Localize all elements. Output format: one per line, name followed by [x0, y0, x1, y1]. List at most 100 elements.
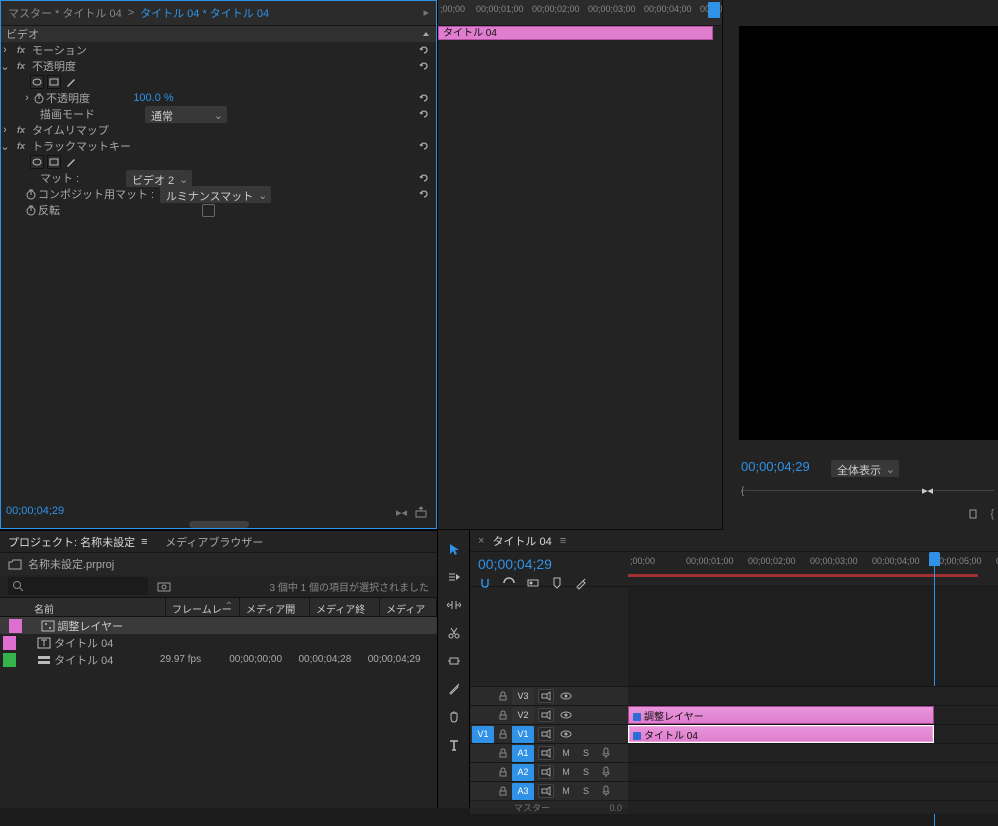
mute-button[interactable]: M [558, 746, 574, 760]
track-a3-header[interactable]: A3 M S [470, 781, 628, 800]
track-v2-header[interactable]: V2 [470, 705, 628, 724]
timeremap-row[interactable]: › fx タイムリマップ [0, 122, 437, 138]
rect-mask-icon[interactable] [47, 75, 61, 89]
pen-tool[interactable] [442, 678, 466, 700]
pen-mask-icon[interactable] [64, 155, 78, 169]
voice-icon[interactable] [598, 784, 614, 798]
program-monitor-view[interactable] [739, 26, 998, 440]
ellipse-mask-icon[interactable] [30, 155, 44, 169]
effect-timeline-clip[interactable]: タイトル 04 [438, 26, 713, 40]
track-visibility-icon[interactable] [558, 708, 574, 722]
track-output-icon[interactable] [538, 784, 554, 798]
mute-button[interactable]: M [558, 765, 574, 779]
track-target-a3[interactable]: A3 [512, 783, 534, 800]
project-tab[interactable]: プロジェクト: 名称未設定 ≡ [8, 534, 155, 550]
col-name[interactable]: 名前 [0, 598, 166, 616]
col-media-end[interactable]: メディア終了 [310, 598, 380, 616]
track-target-v2[interactable]: V2 [512, 707, 534, 724]
collapse-up-icon[interactable] [421, 29, 431, 39]
ripple-edit-tool[interactable] [442, 594, 466, 616]
brace-icon[interactable]: { [990, 508, 994, 522]
effect-timecode[interactable]: 00;00;04;29 [6, 505, 64, 517]
track-a2-header[interactable]: A2 M S [470, 762, 628, 781]
mute-button[interactable]: M [558, 784, 574, 798]
sequence-tab[interactable]: タイトル 04 [492, 533, 551, 549]
close-icon[interactable]: × [478, 535, 484, 547]
scroll-handle[interactable] [189, 521, 249, 528]
voice-icon[interactable] [598, 746, 614, 760]
master-clip-label[interactable]: マスター * タイトル 04 [8, 5, 122, 21]
bin-row[interactable]: 名称未設定.prproj [0, 553, 437, 575]
lock-icon[interactable] [496, 786, 510, 796]
trackmatte-row[interactable]: ⌄ fx トラックマットキー [0, 138, 437, 154]
playhead-grip-icon[interactable] [929, 552, 940, 566]
reset-icon[interactable] [417, 43, 431, 57]
effect-timeline-ruler[interactable]: ;00;00 00;00;01;00 00;00;02;00 00;00;03;… [438, 0, 722, 26]
fx-badge-icon[interactable]: fx [14, 60, 28, 72]
track-output-icon[interactable] [538, 765, 554, 779]
new-bin-icon[interactable] [156, 579, 172, 593]
reset-icon[interactable] [417, 107, 431, 121]
track-visibility-icon[interactable] [558, 727, 574, 741]
col-media-start[interactable]: メディア開始 [240, 598, 310, 616]
project-item[interactable]: タイトル 0429.97 fps00;00;00;0000;00;04;2800… [0, 651, 437, 668]
track-v1-header[interactable]: V1 V1 [470, 724, 628, 743]
fx-badge-icon[interactable]: fx [14, 124, 28, 136]
expand-icon[interactable]: › [22, 92, 32, 104]
track-visibility-icon[interactable] [558, 689, 574, 703]
col-framerate[interactable]: フレームレート⌃ [166, 598, 240, 616]
blend-mode-select[interactable]: 通常 ⌄ [145, 106, 227, 123]
marker-icon[interactable] [966, 508, 980, 522]
reset-icon[interactable] [417, 171, 431, 185]
expand-icon[interactable]: › [0, 44, 10, 56]
track-a1-header[interactable]: A1 M S [470, 743, 628, 762]
track-master-header[interactable]: マスター 0.0 [470, 800, 628, 814]
panel-menu-icon[interactable]: ≡ [560, 535, 566, 547]
track-content[interactable]: 調整レイヤー タイトル 04 [628, 686, 998, 814]
lock-icon[interactable] [496, 767, 510, 777]
stopwatch-icon[interactable] [24, 203, 38, 217]
reset-icon[interactable] [417, 139, 431, 153]
fx-badge-icon[interactable]: fx [14, 44, 28, 56]
search-input[interactable] [8, 577, 148, 595]
track-output-icon[interactable] [538, 727, 554, 741]
track-v3-header[interactable]: V3 [470, 686, 628, 705]
timeline-timecode[interactable]: 00;00;04;29 [478, 556, 620, 572]
lock-icon[interactable] [496, 691, 510, 701]
stopwatch-icon[interactable] [32, 91, 46, 105]
lock-icon[interactable] [496, 748, 510, 758]
clip-title-04[interactable]: タイトル 04 [628, 725, 934, 743]
opacity-value[interactable]: 100.0 % [133, 92, 173, 104]
solo-button[interactable]: S [578, 765, 594, 779]
go-to-in-icon[interactable]: ▸◂ [396, 506, 407, 519]
clip-instance-label[interactable]: タイトル 04 * タイトル 04 [140, 5, 269, 21]
razor-tool[interactable] [442, 622, 466, 644]
matte-select[interactable]: ビデオ 2 ⌄ [126, 170, 192, 187]
track-target-v3[interactable]: V3 [512, 688, 534, 705]
export-icon[interactable] [415, 506, 429, 519]
motion-effect-row[interactable]: › fx モーション [0, 42, 437, 58]
media-browser-tab[interactable]: メディアブラウザー [165, 534, 263, 550]
project-item[interactable]: 調整レイヤー [0, 617, 437, 634]
type-tool[interactable] [442, 734, 466, 756]
video-section-header[interactable]: ビデオ [0, 26, 437, 42]
composite-select[interactable]: ルミナンスマット ⌄ [160, 186, 271, 203]
track-output-icon[interactable] [538, 689, 554, 703]
slip-tool[interactable] [442, 650, 466, 672]
rect-mask-icon[interactable] [47, 155, 61, 169]
stopwatch-icon[interactable] [24, 187, 38, 201]
track-target-a2[interactable]: A2 [512, 764, 534, 781]
hand-tool[interactable] [442, 706, 466, 728]
collapse-icon[interactable]: ⌄ [0, 60, 10, 73]
clip-adjustment-layer[interactable]: 調整レイヤー [628, 706, 934, 724]
lock-icon[interactable] [496, 729, 510, 739]
solo-button[interactable]: S [578, 784, 594, 798]
lock-icon[interactable] [496, 710, 510, 720]
playhead-icon[interactable] [708, 2, 720, 18]
track-target-a1[interactable]: A1 [512, 745, 534, 762]
voice-icon[interactable] [598, 765, 614, 779]
panel-menu-icon[interactable]: ≡ [141, 536, 155, 548]
solo-button[interactable]: S [578, 746, 594, 760]
fx-badge-icon[interactable]: fx [14, 140, 28, 152]
ellipse-mask-icon[interactable] [30, 75, 44, 89]
